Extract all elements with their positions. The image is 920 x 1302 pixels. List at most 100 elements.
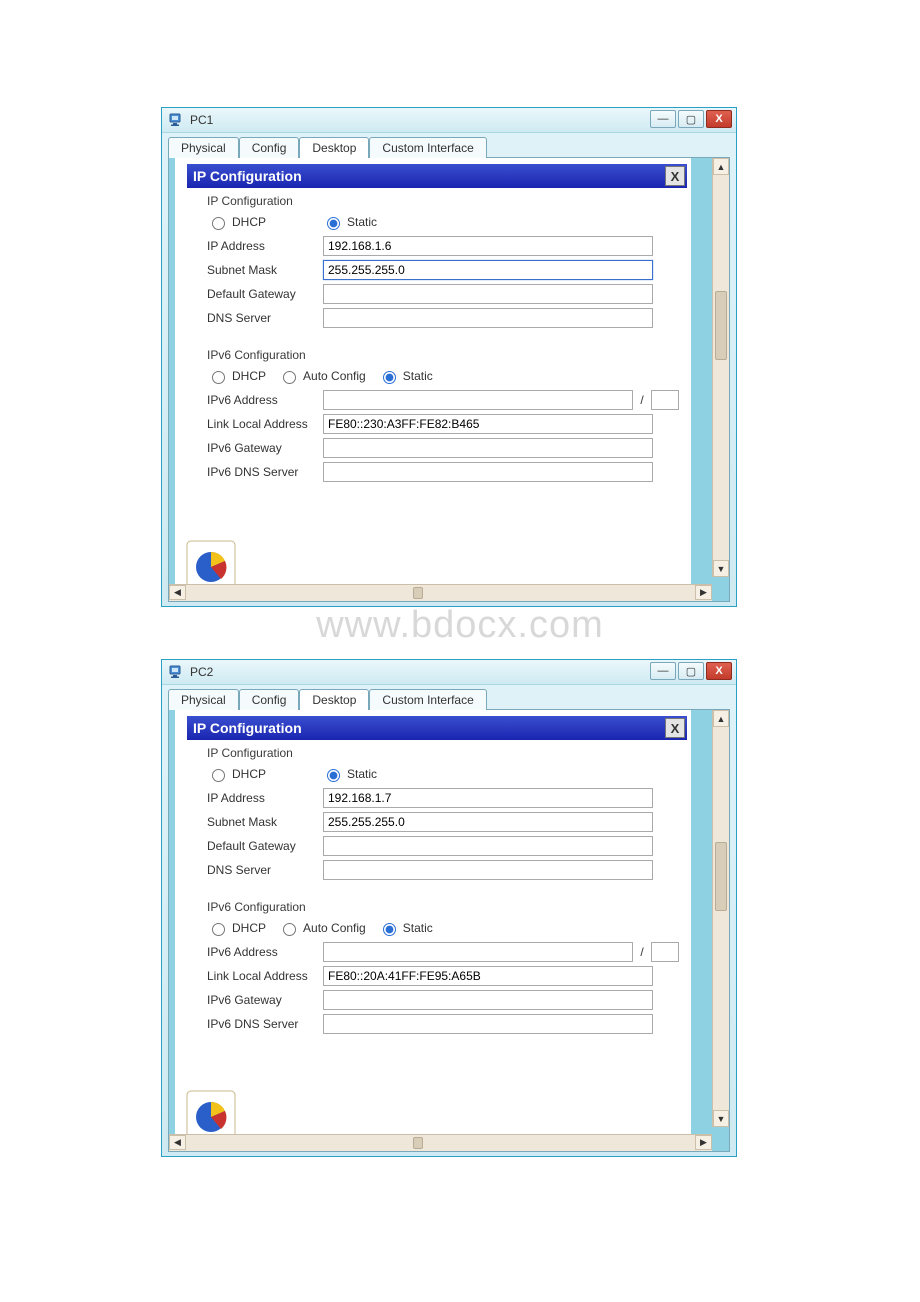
ipv6-static-option[interactable]: Static <box>378 368 433 384</box>
ipv6-dhcp-radio[interactable] <box>212 923 225 936</box>
horizontal-scrollbar[interactable]: ◀ ▶ <box>169 584 712 601</box>
ipv6-auto-label: Auto Config <box>303 369 366 383</box>
ip-config-panel-header[interactable]: IP Configuration X <box>187 716 687 740</box>
pc1-titlebar[interactable]: PC1 — ▢ X <box>162 108 736 133</box>
tab-custom-interface[interactable]: Custom Interface <box>369 689 486 710</box>
ip-config-panel-close-button[interactable]: X <box>665 166 685 186</box>
ipv6-static-radio[interactable] <box>383 923 396 936</box>
maximize-button[interactable]: ▢ <box>678 110 704 128</box>
ipv6-dhcp-option[interactable]: DHCP <box>207 920 266 936</box>
ipv4-static-option[interactable]: Static <box>322 214 377 230</box>
tab-physical[interactable]: Physical <box>168 689 239 710</box>
ipv6-auto-radio[interactable] <box>283 923 296 936</box>
minimize-button[interactable]: — <box>650 662 676 680</box>
pc1-window: PC1 — ▢ X Physical Config Desktop Custom… <box>161 107 737 607</box>
ipv4-dhcp-radio[interactable] <box>212 769 225 782</box>
scroll-up-icon[interactable]: ▲ <box>713 710 729 727</box>
minimize-icon: — <box>658 113 669 125</box>
ipv6-address-input[interactable] <box>323 942 633 962</box>
vertical-scrollbar[interactable]: ▲ ▼ <box>712 158 729 577</box>
ipv6-gateway-input[interactable] <box>323 438 653 458</box>
scroll-track[interactable] <box>713 175 729 560</box>
ip-address-label: IP Address <box>193 791 323 805</box>
pc2-tabstrip: Physical Config Desktop Custom Interface <box>168 688 730 710</box>
subnet-mask-input[interactable] <box>323 812 653 832</box>
default-gateway-label: Default Gateway <box>193 839 323 853</box>
ipv4-dhcp-option[interactable]: DHCP <box>207 766 266 782</box>
link-local-label: Link Local Address <box>193 417 323 431</box>
window-controls: — ▢ X <box>650 662 732 680</box>
close-button[interactable]: X <box>706 662 732 680</box>
ipv6-static-radio[interactable] <box>383 371 396 384</box>
subnet-mask-label: Subnet Mask <box>193 263 323 277</box>
scroll-left-icon[interactable]: ◀ <box>169 1135 186 1150</box>
ipv4-dhcp-option[interactable]: DHCP <box>207 214 266 230</box>
ip-config-panel: IP Configuration X IP Configuration DHCP <box>187 716 687 1042</box>
ipv6-legend: IPv6 Configuration <box>207 348 681 362</box>
h-scroll-thumb[interactable] <box>413 1137 423 1149</box>
ipv6-dns-input[interactable] <box>323 1014 653 1034</box>
ipv4-mode-row: DHCP Static <box>193 210 681 234</box>
tab-config[interactable]: Config <box>239 689 300 710</box>
ipv6-static-option[interactable]: Static <box>378 920 433 936</box>
ipv6-auto-option[interactable]: Auto Config <box>278 368 366 384</box>
tab-desktop[interactable]: Desktop <box>299 689 369 710</box>
scroll-thumb[interactable] <box>715 291 727 360</box>
ipv6-gateway-input[interactable] <box>323 990 653 1010</box>
ipv4-static-option[interactable]: Static <box>322 766 377 782</box>
link-local-input[interactable] <box>323 966 653 986</box>
ipv6-prefix-sep: / <box>633 945 651 959</box>
dns-server-row: DNS Server <box>193 306 681 330</box>
ip-address-input[interactable] <box>323 788 653 808</box>
minimize-button[interactable]: — <box>650 110 676 128</box>
ipv6-auto-option[interactable]: Auto Config <box>278 920 366 936</box>
ipv4-static-radio[interactable] <box>327 769 340 782</box>
tab-desktop[interactable]: Desktop <box>299 137 369 158</box>
ipv4-static-radio[interactable] <box>327 217 340 230</box>
close-button[interactable]: X <box>706 110 732 128</box>
subnet-mask-input[interactable] <box>323 260 653 280</box>
close-icon: X <box>715 113 722 125</box>
scroll-thumb[interactable] <box>715 842 727 911</box>
ipv6-dhcp-radio[interactable] <box>212 371 225 384</box>
scroll-track[interactable] <box>713 727 729 1110</box>
ipv6-prefix-input[interactable] <box>651 942 679 962</box>
h-scroll-thumb[interactable] <box>413 587 423 599</box>
tab-custom-interface[interactable]: Custom Interface <box>369 137 486 158</box>
pc2-titlebar[interactable]: PC2 — ▢ X <box>162 660 736 685</box>
ipv4-legend: IP Configuration <box>207 194 681 208</box>
pc-icon <box>168 664 184 680</box>
link-local-row: Link Local Address <box>193 412 681 436</box>
default-gateway-input[interactable] <box>323 836 653 856</box>
dns-server-input[interactable] <box>323 860 653 880</box>
vertical-scrollbar[interactable]: ▲ ▼ <box>712 710 729 1127</box>
pc1-desktop-area: IP Configuration X IP Configuration DHCP <box>169 158 729 601</box>
tab-config[interactable]: Config <box>239 137 300 158</box>
ipv6-prefix-input[interactable] <box>651 390 679 410</box>
scroll-down-icon[interactable]: ▼ <box>713 560 729 577</box>
ipv6-prefix-sep: / <box>633 393 651 407</box>
scroll-up-icon[interactable]: ▲ <box>713 158 729 175</box>
scroll-left-icon[interactable]: ◀ <box>169 585 186 600</box>
ipv4-dhcp-radio[interactable] <box>212 217 225 230</box>
ip-config-panel-header[interactable]: IP Configuration X <box>187 164 687 188</box>
ipv6-static-label: Static <box>403 921 433 935</box>
link-local-input[interactable] <box>323 414 653 434</box>
subnet-mask-row: Subnet Mask <box>193 810 681 834</box>
ipv6-address-label: IPv6 Address <box>193 945 323 959</box>
ipv6-dhcp-option[interactable]: DHCP <box>207 368 266 384</box>
ip-address-input[interactable] <box>323 236 653 256</box>
scroll-right-icon[interactable]: ▶ <box>695 1135 712 1150</box>
ipv6-auto-radio[interactable] <box>283 371 296 384</box>
horizontal-scrollbar[interactable]: ◀ ▶ <box>169 1134 712 1151</box>
scroll-down-icon[interactable]: ▼ <box>713 1110 729 1127</box>
default-gateway-input[interactable] <box>323 284 653 304</box>
ip-config-panel-close-button[interactable]: X <box>665 718 685 738</box>
scroll-right-icon[interactable]: ▶ <box>695 585 712 600</box>
watermark-text: www.bdocx.com <box>0 604 920 647</box>
dns-server-input[interactable] <box>323 308 653 328</box>
ipv6-dns-input[interactable] <box>323 462 653 482</box>
ipv6-address-input[interactable] <box>323 390 633 410</box>
maximize-button[interactable]: ▢ <box>678 662 704 680</box>
tab-physical[interactable]: Physical <box>168 137 239 158</box>
